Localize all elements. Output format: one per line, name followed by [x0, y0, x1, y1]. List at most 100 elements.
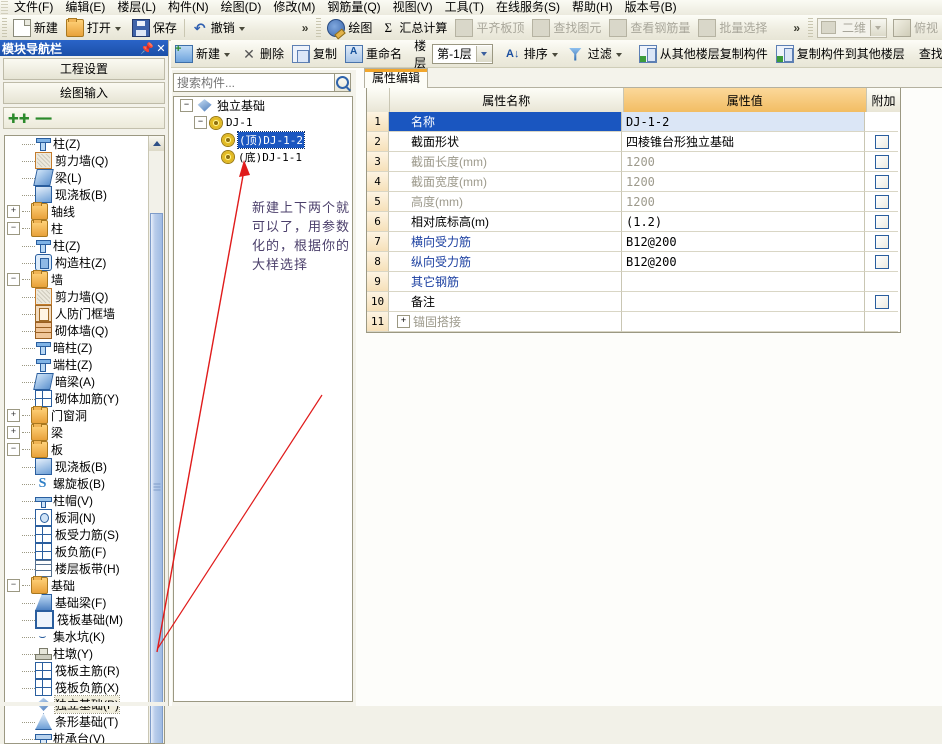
module-tree[interactable]: 柱(Z) 剪力墙(Q) 梁(L) 现浇板(B) + 轴线 − 柱柱(Z) 构造柱(Z) − 墙剪力墙…: [4, 135, 165, 744]
property-name-cell[interactable]: + 锚固搭接: [389, 312, 622, 332]
property-name-cell[interactable]: 高度(mm): [389, 192, 622, 212]
module-tree-item-12[interactable]: 暗柱(Z): [5, 339, 148, 356]
chevron-down-icon[interactable]: [615, 52, 622, 57]
attach-checkbox[interactable]: [874, 194, 889, 209]
component-tree-item-2[interactable]: (顶)DJ-1-2: [174, 130, 352, 149]
scroll-track[interactable]: [149, 151, 164, 743]
property-name-cell[interactable]: 相对底标高(m): [389, 212, 622, 232]
menu-draw[interactable]: 绘图(D): [215, 0, 268, 15]
copy-from-other-floor-button[interactable]: 从其他楼层复制构件: [635, 43, 772, 65]
expand-icon[interactable]: +: [7, 205, 20, 218]
module-tree-item-10[interactable]: 人防门框墙: [5, 305, 148, 322]
attach-cell[interactable]: [865, 232, 898, 252]
table-row[interactable]: 4 截面宽度(mm) 1200: [367, 172, 900, 192]
property-name-cell[interactable]: 截面形状: [389, 132, 622, 152]
property-name-cell[interactable]: 纵向受力筋: [389, 252, 622, 272]
property-name-cell[interactable]: 截面长度(mm): [389, 152, 622, 172]
toolbar-grip-3[interactable]: [808, 17, 813, 38]
module-tree-item-3[interactable]: 现浇板(B): [5, 186, 148, 203]
property-value-cell[interactable]: DJ-1-2: [622, 112, 865, 132]
collapse-icon[interactable]: −: [7, 222, 20, 235]
table-row[interactable]: 10 备注: [367, 292, 900, 312]
attach-checkbox[interactable]: [874, 174, 889, 189]
property-value-cell[interactable]: 四棱锥台形独立基础: [622, 132, 865, 152]
tab-property-edit[interactable]: 属性编辑: [364, 68, 429, 88]
module-tree-item-22[interactable]: 板洞(N): [5, 509, 148, 526]
expand-all-icon[interactable]: ✚✚: [8, 112, 30, 125]
module-tree-item-34[interactable]: 条形基础(T): [5, 713, 148, 730]
new-button[interactable]: 新建: [9, 17, 62, 39]
module-tree-item-35[interactable]: 桩承台(V): [5, 730, 148, 743]
module-tree-item-27[interactable]: 基础梁(F): [5, 594, 148, 611]
table-row[interactable]: 9 其它钢筋: [367, 272, 900, 292]
nav-project-settings-button[interactable]: 工程设置: [3, 58, 165, 80]
attach-cell[interactable]: [865, 252, 898, 272]
menu-floor[interactable]: 楼层(L): [111, 0, 162, 15]
collapse-icon[interactable]: −: [7, 579, 20, 592]
attach-checkbox[interactable]: [874, 234, 889, 249]
open-button[interactable]: 打开: [62, 17, 128, 39]
table-row[interactable]: 5 高度(mm) 1200: [367, 192, 900, 212]
module-tree-item-28[interactable]: 筏板基础(M): [5, 610, 148, 629]
property-name-cell[interactable]: 备注: [389, 292, 622, 312]
attach-checkbox[interactable]: [874, 134, 889, 149]
menu-help[interactable]: 帮助(H): [566, 0, 619, 15]
pin-icon[interactable]: 📌: [140, 42, 154, 55]
module-tree-scrollbar[interactable]: [148, 136, 164, 743]
sum-calc-button[interactable]: Σ 汇总计算: [376, 17, 451, 39]
property-value-cell[interactable]: [622, 312, 865, 332]
property-name-cell[interactable]: 截面宽度(mm): [389, 172, 622, 192]
component-tree-item-1[interactable]: − DJ-1: [174, 114, 352, 131]
menu-rebar-qty[interactable]: 钢筋量(Q): [321, 0, 386, 15]
collapse-all-icon[interactable]: ━━: [36, 112, 52, 125]
attach-cell[interactable]: [865, 132, 898, 152]
module-tree-item-21[interactable]: 柱帽(V): [5, 492, 148, 509]
attach-cell[interactable]: [865, 172, 898, 192]
module-tree-item-1[interactable]: 剪力墙(Q): [5, 152, 148, 169]
copy-to-other-floor-button[interactable]: 复制构件到其他楼层: [772, 43, 909, 65]
module-tree-item-31[interactable]: 筏板主筋(R): [5, 662, 148, 679]
component-tree[interactable]: − 独立基础 − DJ-1 (顶)DJ-1-2 (底)DJ-1-1: [173, 96, 353, 702]
module-tree-item-24[interactable]: 板负筋(F): [5, 543, 148, 560]
attach-cell[interactable]: [865, 292, 898, 312]
scroll-thumb[interactable]: [150, 213, 163, 743]
property-value-cell[interactable]: B12@200: [622, 232, 865, 252]
module-tree-item-9[interactable]: 剪力墙(Q): [5, 288, 148, 305]
table-row[interactable]: 8 纵向受力筋 B12@200: [367, 252, 900, 272]
property-value-cell[interactable]: [622, 292, 865, 312]
collapse-icon[interactable]: −: [194, 116, 207, 129]
property-value-cell[interactable]: [622, 272, 865, 292]
property-value-cell[interactable]: 1200: [622, 152, 865, 172]
module-tree-item-7[interactable]: 构造柱(Z): [5, 254, 148, 271]
module-tree-item-15[interactable]: 砌体加筋(Y): [5, 390, 148, 407]
menu-modify[interactable]: 修改(M): [267, 0, 321, 15]
chevron-down-icon[interactable]: [551, 52, 558, 57]
filter-button[interactable]: 过滤: [565, 43, 629, 65]
collapse-icon[interactable]: −: [7, 443, 20, 456]
property-value-cell[interactable]: 1200: [622, 172, 865, 192]
menu-view[interactable]: 视图(V): [387, 0, 439, 15]
module-tree-item-32[interactable]: 筏板负筋(X): [5, 679, 148, 696]
attach-cell[interactable]: [865, 212, 898, 232]
module-tree-item-4[interactable]: + 轴线: [5, 202, 148, 220]
chevron-down-icon[interactable]: [238, 26, 245, 31]
search-input[interactable]: [173, 73, 334, 92]
toolbar-overflow-2[interactable]: »: [787, 21, 806, 35]
attach-cell[interactable]: [865, 152, 898, 172]
module-tree-item-26[interactable]: − 基础: [5, 576, 148, 594]
menubar-grip[interactable]: [1, 1, 8, 14]
property-value-cell[interactable]: (1.2): [622, 212, 865, 232]
chevron-down-icon[interactable]: [224, 52, 231, 57]
module-tree-item-11[interactable]: 砌体墙(Q): [5, 322, 148, 339]
attach-checkbox[interactable]: [874, 214, 889, 229]
expand-icon[interactable]: +: [397, 315, 410, 328]
property-value-cell[interactable]: B12@200: [622, 252, 865, 272]
toolbar-overflow-1[interactable]: »: [296, 21, 315, 35]
module-tree-item-2[interactable]: 梁(L): [5, 169, 148, 186]
module-tree-item-20[interactable]: S 螺旋板(B): [5, 475, 148, 492]
menu-online-service[interactable]: 在线服务(S): [490, 0, 566, 15]
module-tree-item-16[interactable]: + 门窗洞: [5, 406, 148, 424]
menu-component[interactable]: 构件(N): [162, 0, 215, 15]
component-tree-item-3[interactable]: (底)DJ-1-1: [174, 148, 352, 165]
module-tree-item-14[interactable]: 暗梁(A): [5, 373, 148, 390]
